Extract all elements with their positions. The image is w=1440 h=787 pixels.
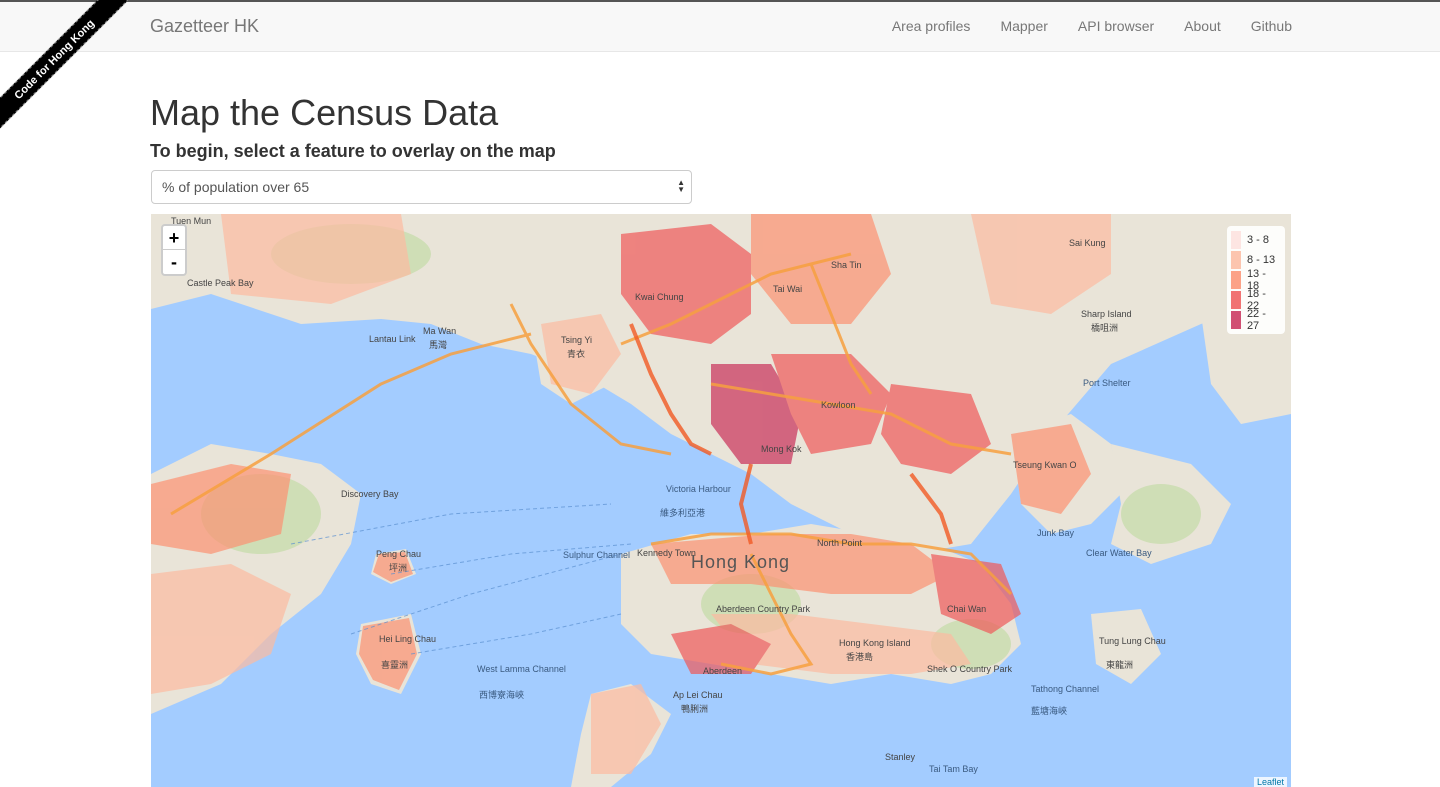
nav-api-browser[interactable]: API browser xyxy=(1078,18,1154,34)
label-tathong-channel: Tathong Channel xyxy=(1031,684,1100,694)
label-tseung-kwan-o: Tseung Kwan O xyxy=(1013,460,1077,470)
zoom-out-button[interactable]: - xyxy=(163,250,185,274)
label-port-shelter: Port Shelter xyxy=(1083,378,1131,388)
label-tsing-yi: Tsing Yi xyxy=(561,335,593,345)
map-attribution[interactable]: Leaflet xyxy=(1253,777,1287,787)
legend-swatch xyxy=(1231,271,1241,289)
label-shek-o-country-park: Shek O Country Park xyxy=(927,664,1013,674)
label-west-lamma-channel: West Lamma Channel xyxy=(477,664,566,674)
label-hong-kong-island: Hong Kong Island xyxy=(839,638,911,648)
label-lantau-link: Lantau Link xyxy=(369,334,416,344)
legend-row: 3 - 8 xyxy=(1231,230,1281,250)
legend-swatch xyxy=(1231,251,1241,269)
navbar: Gazetteer HK Area profiles Mapper API br… xyxy=(0,0,1440,52)
feature-select-value: % of population over 65 xyxy=(162,179,310,195)
nav-links: Area profiles Mapper API browser About G… xyxy=(862,18,1292,34)
label-tathong-channel-zh: 藍塘海峽 xyxy=(1031,706,1068,716)
label-stanley: Stanley xyxy=(885,752,916,762)
legend-row: 22 - 27 xyxy=(1231,308,1281,332)
label-junk-bay: Junk Bay xyxy=(1037,528,1075,538)
label-kennedy-town: Kennedy Town xyxy=(637,548,696,558)
label-kowloon: Kowloon xyxy=(821,400,856,410)
label-tung-lung-chau-zh: 東龍洲 xyxy=(1106,660,1134,670)
label-chai-wan: Chai Wan xyxy=(947,604,987,614)
road-cross-harbour xyxy=(738,463,753,545)
map-container[interactable]: Hong Kong Victoria Harbour 維多利亞港 Kowloon… xyxy=(151,214,1291,787)
label-hei-ling-chau-zh: 喜靈洲 xyxy=(381,660,409,670)
label-victoria-harbour-zh: 維多利亞港 xyxy=(660,508,706,518)
page-subtitle: To begin, select a feature to overlay on… xyxy=(150,141,556,161)
legend-row: 8 - 13 xyxy=(1231,250,1281,270)
nav-github[interactable]: Github xyxy=(1251,18,1292,34)
page-title: Map the Census Data xyxy=(150,92,499,133)
label-discovery-bay: Discovery Bay xyxy=(341,489,399,499)
select-arrows-icon: ▲ ▼ xyxy=(677,178,685,194)
label-west-lamma-channel-zh: 西博寮海峽 xyxy=(479,690,525,700)
label-ma-wan-zh: 馬灣 xyxy=(429,340,448,350)
legend-row: 18 - 22 xyxy=(1231,288,1281,312)
label-tai-tam-bay: Tai Tam Bay xyxy=(929,764,978,774)
label-ma-wan: Ma Wan xyxy=(423,326,457,336)
label-north-point: North Point xyxy=(817,538,863,548)
label-victoria-harbour: Victoria Harbour xyxy=(666,484,731,494)
brand-link[interactable]: Gazetteer HK xyxy=(150,16,259,37)
map-canvas xyxy=(151,214,1291,787)
label-ap-lei-chau-zh: 鴨脷洲 xyxy=(681,704,709,714)
legend-swatch xyxy=(1231,231,1241,249)
label-mong-kok: Mong Kok xyxy=(761,444,802,454)
zoom-control: + - xyxy=(161,224,187,276)
label-hong-kong-island-zh: 香港島 xyxy=(846,652,874,662)
legend-row: 13 - 18 xyxy=(1231,268,1281,292)
label-kwai-chung: Kwai Chung xyxy=(635,292,684,302)
legend-label: 8 - 13 xyxy=(1247,254,1276,266)
feature-select[interactable]: % of population over 65 ▲ ▼ xyxy=(151,170,692,204)
legend-swatch xyxy=(1231,311,1241,329)
nav-about[interactable]: About xyxy=(1184,18,1221,34)
label-sai-kung: Sai Kung xyxy=(1069,238,1106,248)
ferry-route-3 xyxy=(410,613,622,655)
label-sharp-island-zh: 橋咀洲 xyxy=(1091,323,1119,333)
label-ap-lei-chau: Ap Lei Chau xyxy=(673,690,723,700)
legend-swatch xyxy=(1231,291,1241,309)
nav-area-profiles[interactable]: Area profiles xyxy=(892,18,971,34)
label-hong-kong: Hong Kong xyxy=(691,552,791,572)
label-sulphur-channel: Sulphur Channel xyxy=(563,550,631,560)
label-tung-lung-chau: Tung Lung Chau xyxy=(1099,636,1166,646)
zoom-in-button[interactable]: + xyxy=(163,226,185,250)
fork-ribbon[interactable]: Code for Hong Kong xyxy=(0,0,133,138)
label-aberdeen: Aberdeen xyxy=(703,666,743,676)
clear-water-park xyxy=(1121,484,1201,544)
label-aberdeen-country-park: Aberdeen Country Park xyxy=(716,604,811,614)
nav-mapper[interactable]: Mapper xyxy=(1000,18,1047,34)
label-hei-ling-chau: Hei Ling Chau xyxy=(379,634,437,644)
tung-lung-land xyxy=(1091,609,1161,684)
label-peng-chau: Peng Chau xyxy=(376,549,422,559)
label-clear-water-bay: Clear Water Bay xyxy=(1086,548,1152,558)
label-sharp-island: Sharp Island xyxy=(1081,309,1132,319)
label-castle-peak-bay: Castle Peak Bay xyxy=(187,278,254,288)
ribbon-container: Code for Hong Kong xyxy=(0,0,150,150)
legend-label: 3 - 8 xyxy=(1247,234,1270,246)
map-legend: 3 - 8 8 - 13 13 - 18 18 - 22 22 - 27 xyxy=(1227,226,1285,334)
label-tai-wai: Tai Wai xyxy=(773,284,803,294)
label-peng-chau-zh: 坪洲 xyxy=(389,563,408,573)
legend-label: 22 - 27 xyxy=(1246,308,1266,332)
region-lantau-south xyxy=(151,564,291,694)
label-tsing-yi-zh: 青衣 xyxy=(567,349,586,359)
label-sha-tin: Sha Tin xyxy=(831,260,862,270)
region-lamma xyxy=(591,684,661,774)
